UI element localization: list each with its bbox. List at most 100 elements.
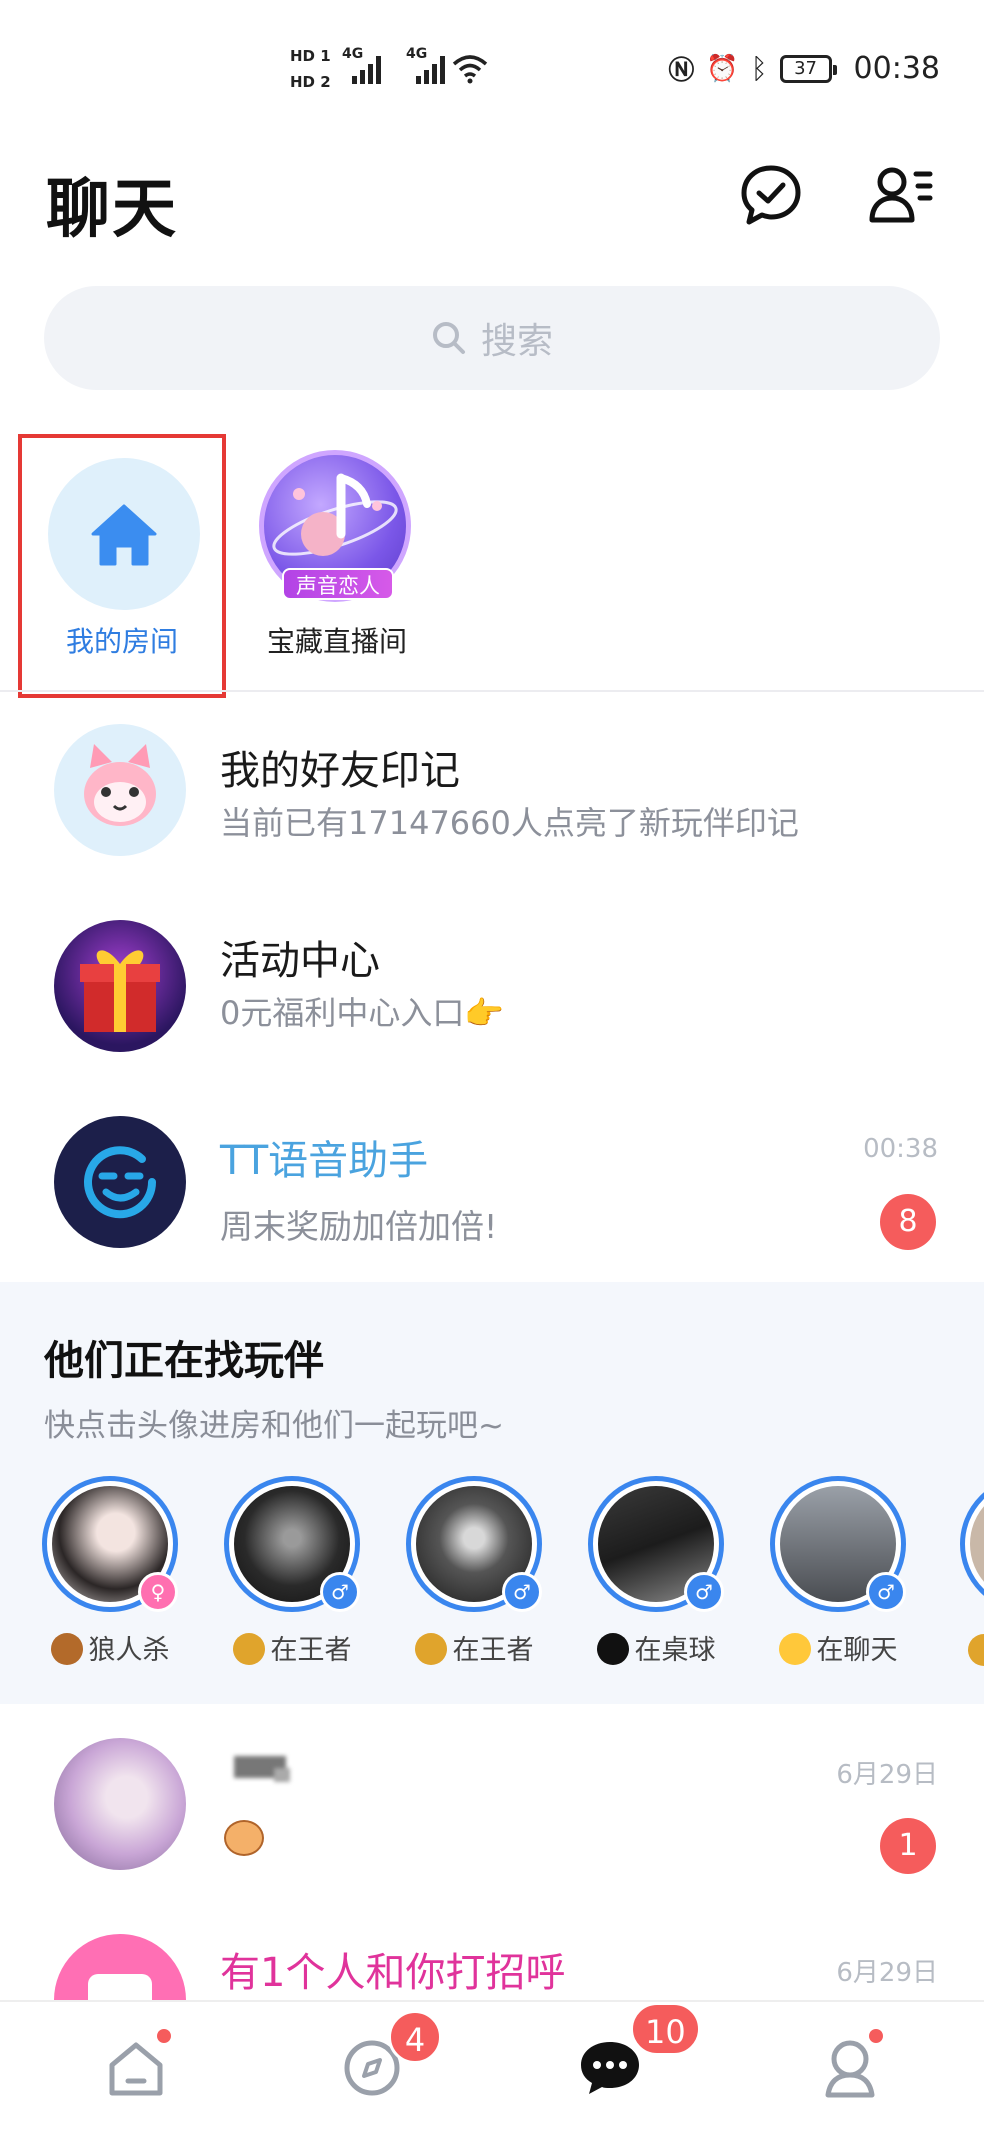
billiards-icon bbox=[596, 1633, 629, 1665]
chat-emoji-icon bbox=[778, 1633, 811, 1665]
partner-avatar-partial[interactable] bbox=[932, 1476, 984, 1676]
list-item-chat[interactable]: 6月29日 1 bbox=[0, 1720, 984, 1900]
tab-home[interactable] bbox=[76, 2018, 196, 2118]
female-icon: ♀ bbox=[138, 1572, 178, 1612]
home-outline-icon bbox=[109, 2042, 163, 2096]
chat-badge: 10 bbox=[630, 2002, 701, 2056]
item-time: 00:38 bbox=[863, 1134, 938, 1164]
partner-status-label: 在王者 bbox=[452, 1635, 534, 1666]
item-title: TT语音助手 bbox=[220, 1138, 429, 1184]
clock: 00:38 bbox=[853, 51, 940, 86]
partner-avatar[interactable]: ♂ 在聊天 bbox=[750, 1476, 926, 1676]
partner-avatar[interactable]: ♂ 在王者 bbox=[386, 1476, 562, 1676]
item-title: 活动中心 bbox=[220, 938, 380, 984]
profile-icon bbox=[825, 2040, 875, 2098]
partner-status: 在王者 bbox=[386, 1628, 562, 1667]
tab-chat[interactable]: 10 bbox=[550, 2002, 701, 2118]
status-bar: HD 1 HD 2 4G 4G Ⓝ ⏰ ᛒ 37 00:38 bbox=[0, 0, 984, 140]
find-partners-section: 他们正在找玩伴 快点击头像进房和他们一起玩吧~ ♀ 狼人杀 ♂ 在王者 ♂ 在王… bbox=[0, 1282, 984, 1704]
unread-badge: 8 bbox=[880, 1194, 936, 1250]
bottom-tab-bar: 4 10 bbox=[0, 2000, 984, 2132]
chat-bubble-icon bbox=[88, 1974, 152, 2000]
contacts-icon[interactable] bbox=[868, 162, 934, 228]
wifi-icon bbox=[452, 55, 488, 84]
user-avatar bbox=[54, 1738, 186, 1870]
network-label-2: 4G bbox=[406, 46, 428, 62]
item-time: 6月29日 bbox=[836, 1760, 938, 1790]
honor-of-kings-icon bbox=[232, 1633, 265, 1665]
male-icon: ♂ bbox=[866, 1572, 906, 1612]
partner-status-label: 在桌球 bbox=[634, 1635, 716, 1666]
item-subtitle: 当前已有17147660人点亮了新玩伴印记 bbox=[220, 804, 799, 842]
network-label-1: 4G bbox=[342, 46, 364, 62]
gift-avatar bbox=[54, 920, 186, 1052]
assistant-avatar bbox=[54, 1116, 186, 1248]
battery-icon: 37 bbox=[779, 54, 837, 83]
male-icon: ♂ bbox=[502, 1572, 542, 1612]
partner-avatar[interactable]: ♀ 狼人杀 bbox=[22, 1476, 198, 1676]
cat-face-icon bbox=[84, 744, 156, 826]
divider bbox=[0, 690, 984, 692]
honor-of-kings-icon bbox=[414, 1633, 447, 1665]
battery-level: 37 bbox=[794, 57, 817, 79]
list-item-greeting[interactable]: 有1个人和你打招呼 6月29日 bbox=[0, 1912, 984, 2000]
list-item-activity-center[interactable]: 活动中心 0元福利中心入口👉 bbox=[0, 900, 984, 1080]
partner-status: 在聊天 bbox=[750, 1628, 926, 1667]
tab-discover[interactable]: 4 bbox=[312, 2010, 442, 2118]
notification-dot bbox=[866, 2026, 886, 2046]
bluetooth-icon: ᛒ bbox=[750, 52, 768, 85]
page-title: 聊天 bbox=[46, 173, 178, 247]
treasure-room-button[interactable]: 声音恋人 宝藏直播间 bbox=[252, 446, 422, 666]
male-icon: ♂ bbox=[684, 1572, 724, 1612]
partner-status-label: 在聊天 bbox=[816, 1635, 898, 1666]
my-room-avatar bbox=[48, 458, 200, 610]
partner-avatar[interactable]: ♂ 在桌球 bbox=[568, 1476, 744, 1676]
home-icon bbox=[91, 504, 157, 566]
partner-status: 在桌球 bbox=[568, 1628, 744, 1667]
notification-dot bbox=[154, 2026, 174, 2046]
emoji-icon bbox=[224, 1820, 264, 1856]
treasure-room-label: 宝藏直播间 bbox=[266, 625, 407, 658]
partner-status-label: 狼人杀 bbox=[88, 1635, 170, 1666]
tab-profile[interactable] bbox=[790, 2018, 910, 2118]
status-right: Ⓝ ⏰ ᛒ 37 00:38 bbox=[668, 50, 940, 87]
sim1-label: HD 1 bbox=[290, 47, 331, 65]
my-room-label: 我的房间 bbox=[65, 625, 178, 658]
list-item-friend-badge[interactable]: 我的好友印记 当前已有17147660人点亮了新玩伴印记 bbox=[0, 710, 984, 890]
sim2-label: HD 2 bbox=[290, 73, 331, 91]
gift-icon bbox=[80, 950, 160, 1032]
find-partners-title: 他们正在找玩伴 bbox=[44, 1338, 324, 1384]
partner-avatar[interactable]: ♂ 在王者 bbox=[204, 1476, 380, 1676]
discover-badge: 4 bbox=[388, 2010, 442, 2064]
item-subtitle: 0元福利中心入口👉 bbox=[220, 994, 505, 1032]
cat-avatar bbox=[54, 724, 186, 856]
sim-indicators: HD 1 HD 2 bbox=[290, 46, 331, 92]
avatar-ring bbox=[960, 1476, 984, 1612]
my-room-button[interactable]: 我的房间 bbox=[18, 434, 226, 698]
partner-status-label: 在王者 bbox=[270, 1635, 352, 1666]
list-item-tt-assistant[interactable]: TT语音助手 周末奖励加倍加倍! 00:38 8 bbox=[0, 1098, 984, 1278]
item-subtitle: 周末奖励加倍加倍! bbox=[220, 1207, 498, 1246]
chat-bubble-filled-icon bbox=[581, 2042, 639, 2094]
greeting-avatar bbox=[54, 1934, 186, 2000]
search-icon bbox=[432, 322, 465, 354]
partner-status: 在王者 bbox=[204, 1628, 380, 1667]
item-time: 6月29日 bbox=[836, 1958, 938, 1988]
partner-status: 狼人杀 bbox=[22, 1628, 198, 1667]
assistant-face-icon bbox=[84, 1146, 157, 1219]
chat-check-icon[interactable] bbox=[738, 162, 804, 228]
find-partners-subtitle: 快点击头像进房和他们一起玩吧~ bbox=[44, 1408, 504, 1444]
unread-badge: 1 bbox=[880, 1818, 936, 1874]
nfc-icon: Ⓝ bbox=[668, 56, 695, 86]
item-title: 有1个人和你打招呼 bbox=[220, 1950, 566, 1996]
male-icon: ♂ bbox=[320, 1572, 360, 1612]
search-input[interactable]: 搜索 bbox=[44, 286, 940, 390]
item-title: 我的好友印记 bbox=[220, 748, 460, 794]
avatar bbox=[970, 1486, 984, 1602]
werewolf-icon bbox=[50, 1633, 83, 1665]
blurred-name-2 bbox=[274, 1768, 290, 1782]
search-placeholder: 搜索 bbox=[480, 321, 553, 362]
game-icon bbox=[968, 1634, 984, 1666]
voice-lover-tag: 声音恋人 bbox=[282, 568, 394, 600]
alarm-icon: ⏰ bbox=[706, 53, 739, 84]
